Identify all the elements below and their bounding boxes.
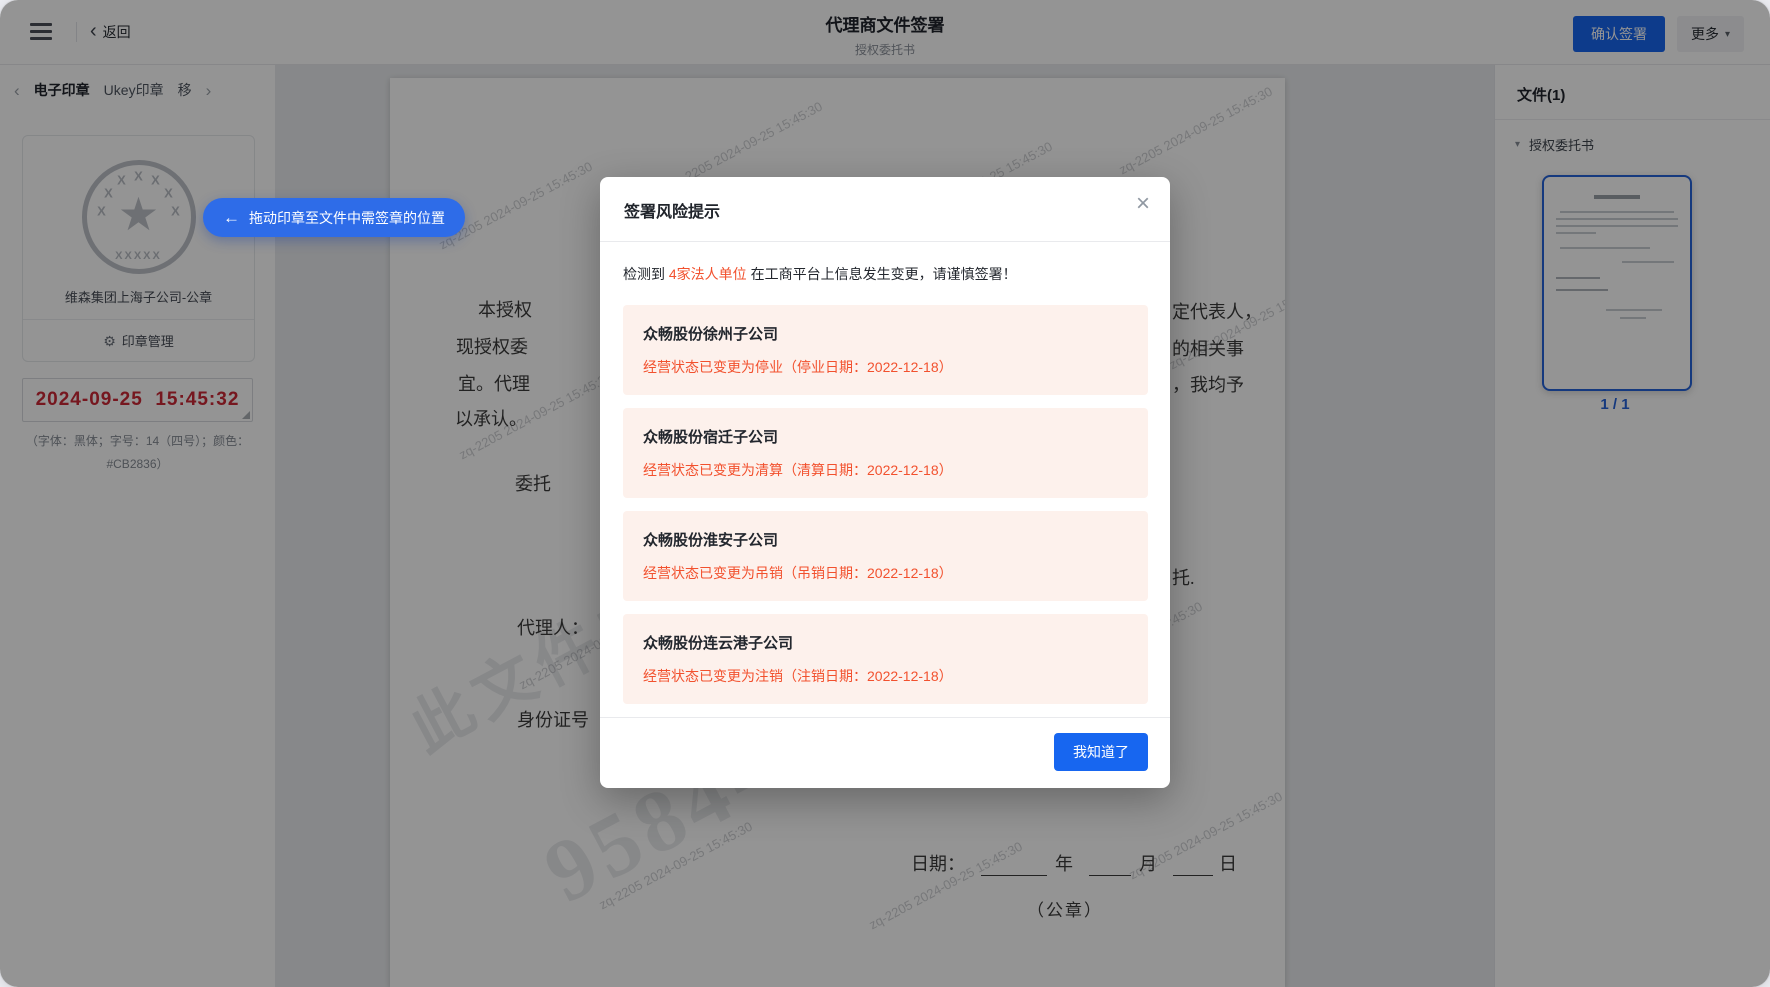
risk-item: 众畅股份宿迁子公司 经营状态已变更为清算（清算日期：2022-12-18） (623, 408, 1148, 498)
risk-status: 经营状态已变更为注销（注销日期：2022-12-18） (643, 668, 953, 684)
drag-seal-tooltip-label: 拖动印章至文件中需签章的位置 (249, 209, 445, 226)
risk-message-highlight: 4家法人单位 (668, 266, 747, 282)
risk-status: 经营状态已变更为清算（清算日期：2022-12-18） (643, 462, 953, 478)
close-icon[interactable]: × (1136, 192, 1150, 216)
drag-seal-tooltip: ← 拖动印章至文件中需签章的位置 (203, 198, 465, 237)
dialog-title: 签署风险提示 (624, 204, 721, 221)
sign-risk-dialog: 签署风险提示 × 检测到 4家法人单位 在工商平台上信息发生变更，请谨慎签署！ … (600, 177, 1170, 788)
dialog-header: 签署风险提示 × (600, 177, 1170, 242)
risk-message: 检测到 4家法人单位 在工商平台上信息发生变更，请谨慎签署！ (623, 264, 1148, 284)
risk-item: 众畅股份徐州子公司 经营状态已变更为停业（停业日期：2022-12-18） (623, 305, 1148, 395)
risk-status: 经营状态已变更为吊销（吊销日期：2022-12-18） (643, 565, 953, 581)
app-window: ‹ 返回 代理商文件签署 授权委托书 确认签署 更多 ▾ ‹ 电子印章 Ukey… (0, 0, 1770, 987)
risk-company: 众畅股份徐州子公司 (643, 326, 779, 343)
arrow-left-icon: ← (223, 208, 240, 227)
risk-status: 经营状态已变更为停业（停业日期：2022-12-18） (643, 359, 953, 375)
risk-item: 众畅股份连云港子公司 经营状态已变更为注销（注销日期：2022-12-18） (623, 614, 1148, 704)
dialog-footer: 我知道了 (600, 717, 1170, 788)
risk-company: 众畅股份宿迁子公司 (643, 429, 779, 446)
risk-company: 众畅股份连云港子公司 (643, 635, 794, 652)
risk-item: 众畅股份淮安子公司 经营状态已变更为吊销（吊销日期：2022-12-18） (623, 511, 1148, 601)
risk-message-prefix: 检测到 (623, 266, 669, 282)
risk-company: 众畅股份淮安子公司 (643, 532, 779, 549)
dialog-body: 检测到 4家法人单位 在工商平台上信息发生变更，请谨慎签署！ 众畅股份徐州子公司… (600, 242, 1170, 704)
acknowledge-button[interactable]: 我知道了 (1054, 733, 1148, 771)
risk-message-suffix: 在工商平台上信息发生变更，请谨慎签署！ (746, 266, 1017, 282)
